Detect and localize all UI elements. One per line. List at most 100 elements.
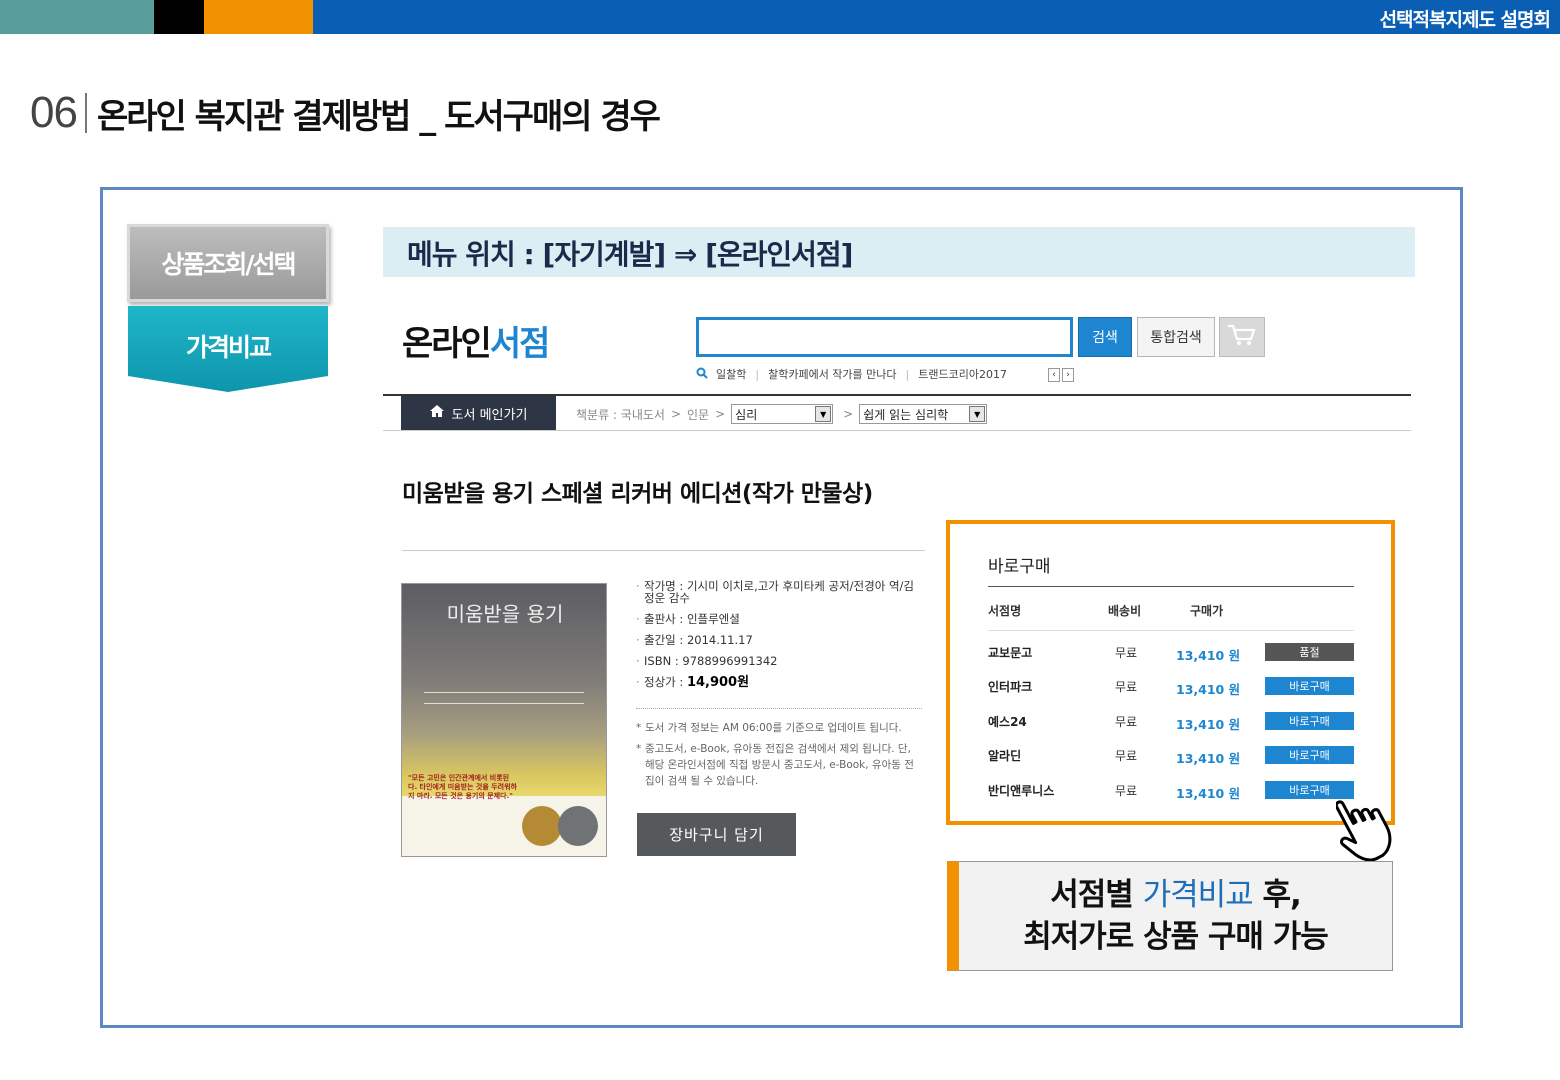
presentation-title: 선택적복지제도 설명회 <box>1379 9 1551 31</box>
isbn-label: ISBN : <box>644 654 679 668</box>
breadcrumb-subcategory[interactable]: 인문 <box>687 406 709 423</box>
store-row: 인터파크 무료 13,410 원 바로구매 <box>988 676 1354 697</box>
header-stripe-orange <box>204 0 313 34</box>
column-header-shipping: 배송비 <box>1108 604 1142 618</box>
store-row: 알라딘 무료 13,410 원 바로구매 <box>988 745 1354 766</box>
price-value: 14,900원 <box>686 675 750 690</box>
book-home-button[interactable]: 도서 메인가기 <box>401 396 556 430</box>
keyword-list: 일찰학 | 찰학카페에서 작가를 만나다 | 트랜드코리아2017 <box>696 366 1007 382</box>
cover-tvn-seal <box>558 806 598 846</box>
callout-text-a: 서점별 <box>1050 877 1143 913</box>
keyword-link[interactable]: 트랜드코리아2017 <box>918 366 1007 382</box>
store-price: 13,410 원 <box>1176 751 1241 766</box>
sold-out-button[interactable]: 품절 <box>1265 643 1354 661</box>
subcategory-select[interactable]: 쉽게 읽는 심리학 ▼ <box>859 404 988 424</box>
info-publisher-row: · 출판사 : 인플루엔셜 <box>636 612 740 626</box>
info-isbn-row: · ISBN : 9788996991342 <box>636 654 778 668</box>
info-separator <box>636 708 922 709</box>
buy-now-button[interactable]: 바로구매 <box>1265 712 1354 730</box>
date-value: 2014.11.17 <box>686 633 753 647</box>
keyword-pager: ‹ › <box>1048 368 1074 382</box>
column-header-store: 서점명 <box>988 604 1022 618</box>
category-select[interactable]: 심리 ▼ <box>731 404 834 424</box>
header-stripe-teal <box>0 0 154 34</box>
note-update-time: 도서 가격 정보는 AM 06:00를 기준으로 업데이트 됩니다. <box>645 722 902 734</box>
cover-subtitle-band <box>424 692 584 704</box>
store-name: 예스24 <box>988 715 1027 729</box>
store-row: 교보문고 무료 13,410 원 품절 <box>988 642 1354 663</box>
breadcrumb-category[interactable]: 책분류 : 국내도서 <box>576 406 665 423</box>
keyword-link[interactable]: 일찰학 <box>716 366 746 382</box>
breadcrumb-separator: > <box>843 407 854 421</box>
callout-box: 서점별 가격비교 후, 최저가로 상품 구매 가능 <box>947 861 1393 971</box>
keyword-separator: | <box>755 367 760 381</box>
cover-title: 미움받을 용기 <box>446 602 564 626</box>
title-divider <box>84 93 87 133</box>
step-badge-compare: 가격비교 <box>128 306 328 392</box>
store-name: 알라딘 <box>988 749 1022 763</box>
store-logo[interactable]: 온라인서점 <box>402 316 551 365</box>
price-label: 정상가 : <box>644 675 684 689</box>
logo-text-part2: 서점 <box>489 324 551 364</box>
add-to-basket-button[interactable]: 장바구니 담기 <box>637 813 796 856</box>
shipping-fee: 무료 <box>1115 715 1138 729</box>
store-name: 교보문고 <box>988 646 1033 660</box>
author-value: 기시미 이치로,고가 후미타케 공저/전경아 역/김정운 감수 <box>644 579 914 605</box>
home-icon <box>429 405 444 421</box>
price-notes: * 도서 가격 정보는 AM 06:00를 기준으로 업데이트 됩니다. * 중고도… <box>636 720 922 794</box>
store-price: 13,410 원 <box>1176 682 1241 697</box>
search-input[interactable] <box>696 317 1073 357</box>
column-header-price: 구매가 <box>1190 604 1224 618</box>
store-row: 반디앤루니스 무료 13,410 원 바로구매 <box>988 780 1354 801</box>
chevron-left-icon[interactable]: ‹ <box>1048 368 1060 382</box>
dropdown-arrow-icon: ▼ <box>969 406 986 422</box>
shipping-fee: 무료 <box>1115 680 1138 694</box>
store-name: 인터파크 <box>988 680 1033 694</box>
direct-purchase-panel: 바로구매 서점명 배송비 구매가 교보문고 무료 13,410 원 품절 인터파… <box>946 520 1395 825</box>
cart-icon <box>1227 323 1257 351</box>
dropdown-arrow-icon: ▼ <box>815 406 832 422</box>
info-author-row: · 작가명 : 기시미 이치로,고가 후미타케 공저/전경아 역/김정운 감수 <box>636 579 914 605</box>
header-line <box>988 630 1354 631</box>
cover-quote: "모든 고민은 인간관계에서 비롯된다. 타인에게 미움받는 것을 두려워하지 … <box>408 774 518 800</box>
store-name: 반디앤루니스 <box>988 784 1055 798</box>
slide-number: 06 <box>30 88 78 137</box>
book-home-label: 도서 메인가기 <box>451 407 528 423</box>
step-badge-compare-label: 가격비교 <box>185 333 272 362</box>
store-row: 예스24 무료 13,410 원 바로구매 <box>988 711 1354 732</box>
isbn-value: 9788996991342 <box>682 654 778 668</box>
search-button[interactable]: 검색 <box>1078 317 1132 357</box>
keyword-separator: | <box>905 367 910 381</box>
cart-button[interactable] <box>1219 317 1265 357</box>
title-divider-line <box>402 550 925 551</box>
logo-text-part1: 온라인 <box>402 324 492 364</box>
slide-title: 06 온라인 복지관 결제방법 _ 도서구매의 경우 <box>30 88 661 138</box>
top-header-bar: 선택적복지제도 설명회 <box>0 0 1560 34</box>
buy-now-button[interactable]: 바로구매 <box>1265 746 1354 764</box>
breadcrumb-separator: > <box>670 407 682 421</box>
cover-award-seal <box>522 806 562 846</box>
menu-location-text: 메뉴 위치 : [자기계발] ⇒ [온라인서점] <box>407 238 853 271</box>
book-info: · 작가명 : 기시미 이치로,고가 후미타케 공저/전경아 역/김정운 감수 ·… <box>636 580 921 698</box>
store-price: 13,410 원 <box>1176 717 1241 732</box>
note-exclusions: 중고도서, e-Book, 유아동 전집은 검색에서 제외 됩니다. 단, 해당… <box>645 743 914 787</box>
slide-heading: 온라인 복지관 결제방법 _ 도서구매의 경우 <box>96 96 661 137</box>
info-price-row: · 정상가 : 14,900원 <box>636 675 750 690</box>
search-icon <box>696 367 708 382</box>
buy-now-button[interactable]: 바로구매 <box>1265 677 1354 695</box>
integrated-search-button[interactable]: 통합검색 <box>1137 317 1215 357</box>
category-select-value: 심리 <box>735 407 758 422</box>
breadcrumb-separator: > <box>715 407 726 421</box>
publisher-label: 출판사 : <box>644 612 684 626</box>
store-price: 13,410 원 <box>1176 786 1241 801</box>
pointing-hand-cursor-icon <box>1334 788 1416 868</box>
book-title: 미움받을 용기 스페셜 리커버 에디션(작가 만물상) <box>402 481 873 507</box>
callout-line1: 서점별 가격비교 후, <box>1050 874 1302 916</box>
shipping-fee: 무료 <box>1115 646 1138 660</box>
chevron-right-icon[interactable]: › <box>1062 368 1074 382</box>
store-price: 13,410 원 <box>1176 648 1241 663</box>
shipping-fee: 무료 <box>1115 749 1138 763</box>
keyword-link[interactable]: 찰학카페에서 작가를 만나다 <box>768 366 896 382</box>
nav-bottom-line <box>383 430 1411 431</box>
book-cover-image[interactable]: 미움받을 용기 "모든 고민은 인간관계에서 비롯된다. 타인에게 미움받는 것… <box>401 583 607 857</box>
